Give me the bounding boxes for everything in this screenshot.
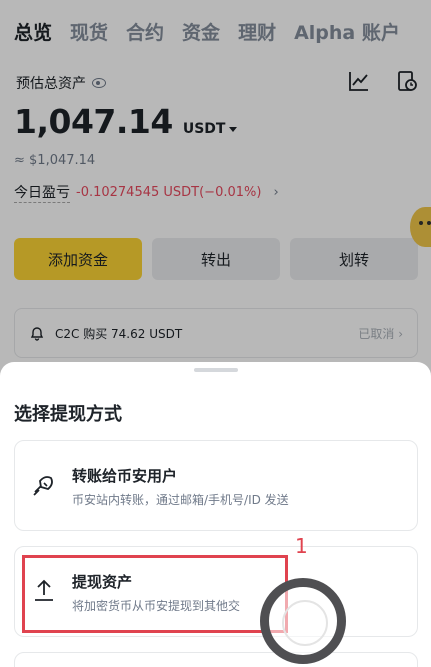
transfer-user-icon <box>33 476 53 496</box>
option-transfer-to-user[interactable]: 转账给币安用户 币安站内转账，通过邮箱/手机号/ID 发送 <box>14 440 418 531</box>
floating-assistive-button[interactable] <box>260 578 346 664</box>
sheet-title: 选择提现方式 <box>14 404 122 425</box>
annotation-marker: 1 <box>295 534 308 558</box>
annotation-highlight-box <box>22 555 288 633</box>
option-subtitle: 币安站内转账，通过邮箱/手机号/ID 发送 <box>72 493 289 507</box>
option-title: 转账给币安用户 <box>72 467 178 485</box>
sheet-drag-handle[interactable] <box>194 368 238 372</box>
option-more[interactable] <box>14 652 418 667</box>
